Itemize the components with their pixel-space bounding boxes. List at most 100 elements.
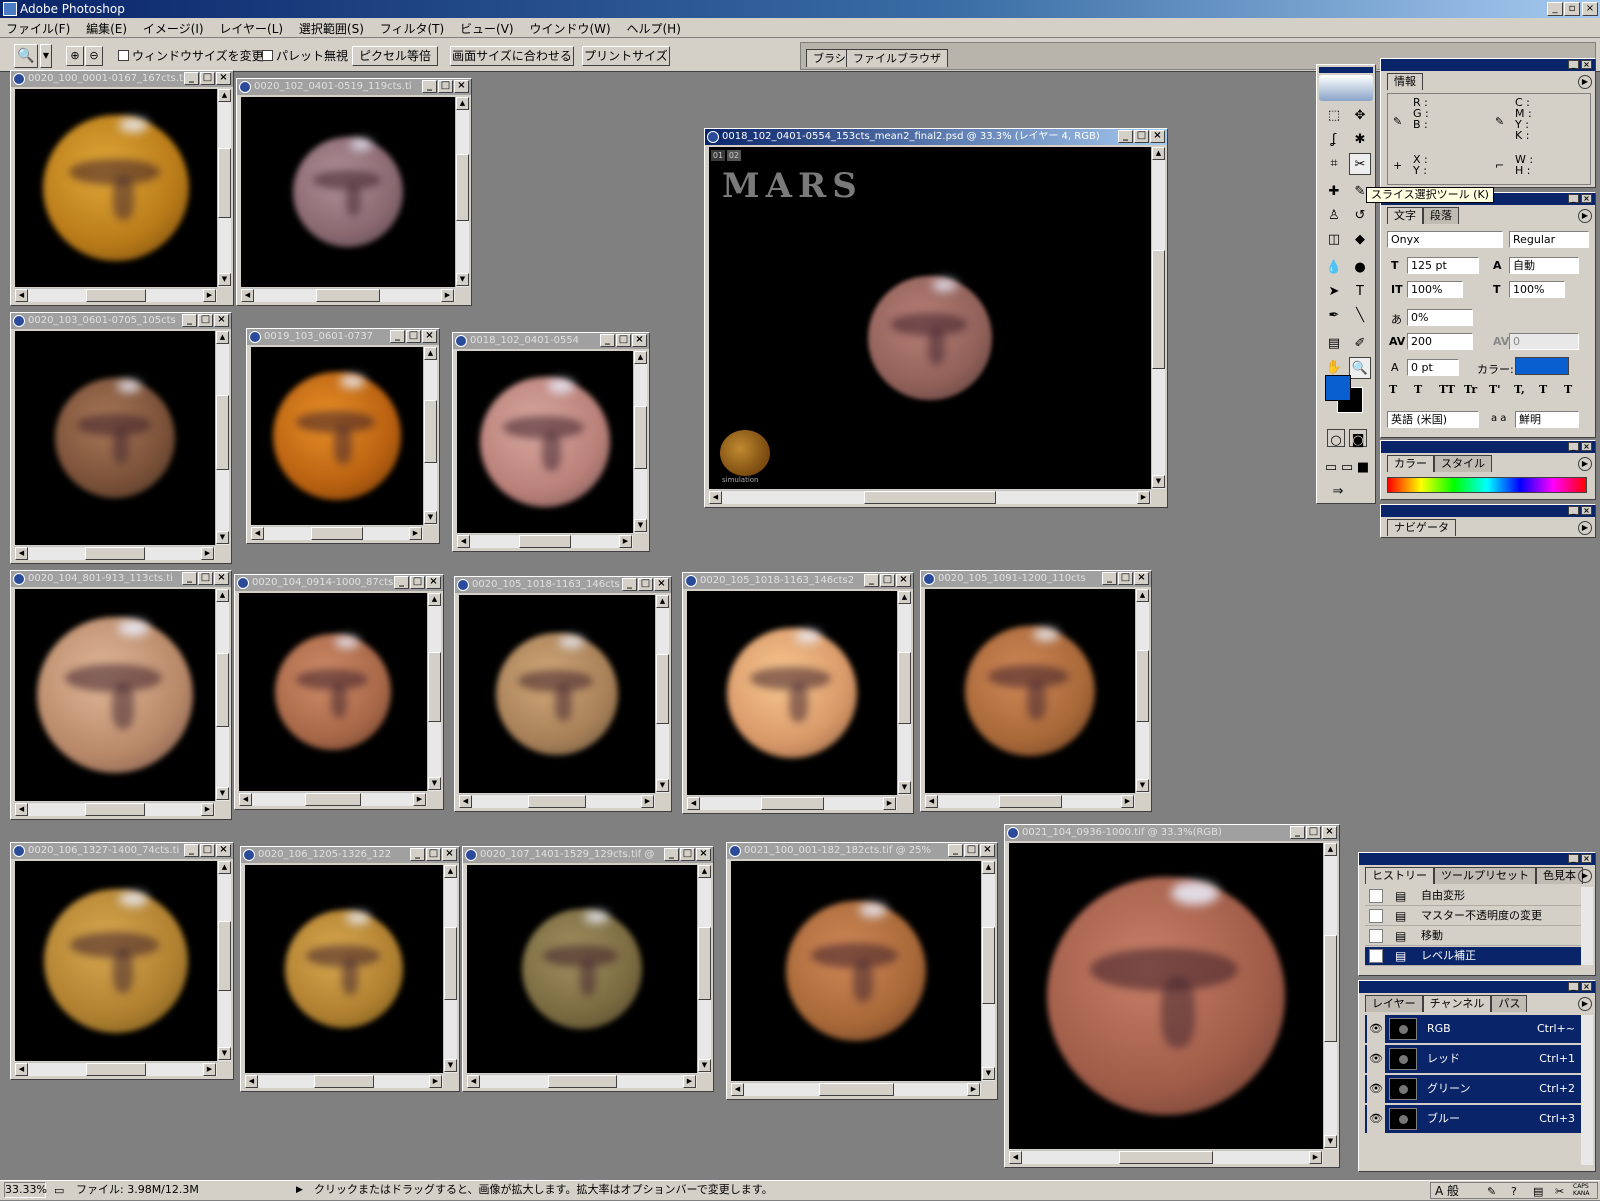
scroll-thumb[interactable] xyxy=(1118,1151,1214,1164)
document-window[interactable]: 0020_104_0914-1000_87cts _ □ × ▲ ▼ ◀ ▶ xyxy=(234,574,444,810)
menu-help[interactable]: ヘルプ(H) xyxy=(621,18,687,39)
zoom-icon[interactable]: 🔍 xyxy=(1349,357,1371,379)
vertical-scrollbar[interactable]: ▲ ▼ xyxy=(897,591,911,795)
tab-layers[interactable]: レイヤー xyxy=(1365,995,1423,1012)
doc-minimize-button[interactable]: _ xyxy=(864,574,879,587)
doc-maximize-button[interactable]: □ xyxy=(638,578,653,591)
doc-close-button[interactable]: × xyxy=(214,314,229,327)
scroll-up-arrow-icon[interactable]: ▲ xyxy=(982,861,995,874)
scroll-left-arrow-icon[interactable]: ◀ xyxy=(467,1075,480,1088)
vertical-scrollbar[interactable]: ▲ ▼ xyxy=(217,861,231,1061)
scroll-up-arrow-icon[interactable]: ▲ xyxy=(698,865,711,878)
tab-info[interactable]: 情報 xyxy=(1387,73,1423,90)
notes-icon[interactable]: ▤ xyxy=(1323,333,1345,355)
horizontal-scale-field[interactable]: 100% xyxy=(1509,281,1565,298)
scroll-left-arrow-icon[interactable]: ◀ xyxy=(709,491,722,504)
doc-minimize-button[interactable]: _ xyxy=(184,844,199,857)
document-titlebar[interactable]: 0020_104_0914-1000_87cts _ □ × xyxy=(235,575,443,591)
doc-maximize-button[interactable]: □ xyxy=(680,848,695,861)
scroll-down-arrow-icon[interactable]: ▼ xyxy=(218,273,231,286)
history-snapshot-checkbox[interactable] xyxy=(1369,909,1383,923)
image-canvas[interactable] xyxy=(457,351,633,533)
language-select[interactable]: 英語 (米国) xyxy=(1387,411,1479,428)
status-menu-arrow-icon[interactable]: ▶ xyxy=(296,1181,303,1199)
font-family-select[interactable]: Onyx xyxy=(1387,231,1503,248)
scroll-down-arrow-icon[interactable]: ▼ xyxy=(634,519,647,532)
scroll-thumb[interactable] xyxy=(216,395,229,471)
doc-close-button[interactable]: × xyxy=(216,844,231,857)
palette-menu-icon[interactable]: ▶ xyxy=(1578,75,1592,89)
vertical-scrollbar[interactable]: ▲ ▼ xyxy=(697,865,711,1073)
vertical-scrollbar[interactable]: ▲ ▼ xyxy=(217,89,231,287)
doc-close-button[interactable]: × xyxy=(1150,130,1165,143)
document-titlebar[interactable]: 0020_102_0401-0519_119cts.ti _ □ × xyxy=(237,79,471,95)
tab-navigator[interactable]: ナビゲータ xyxy=(1387,519,1456,536)
document-window[interactable]: 0019_103_0601-0737 _ □ × ▲ ▼ ◀ ▶ xyxy=(246,328,440,544)
document-titlebar[interactable]: 0021_100_001-182_182cts.tif @ 25% _ □ × xyxy=(727,843,997,859)
adobe-online-icon[interactable] xyxy=(1319,75,1373,101)
history-scrollbar[interactable] xyxy=(1581,887,1593,965)
tracking-field[interactable]: 200 xyxy=(1407,333,1473,350)
image-canvas[interactable] xyxy=(459,595,655,793)
scroll-thumb[interactable] xyxy=(85,803,145,816)
scroll-left-arrow-icon[interactable]: ◀ xyxy=(459,795,472,808)
doc-close-button[interactable]: × xyxy=(980,844,995,857)
palette-menu-icon[interactable]: ▶ xyxy=(1578,209,1592,223)
vertical-scale-field[interactable]: 100% xyxy=(1407,281,1463,298)
doc-minimize-button[interactable]: _ xyxy=(410,848,425,861)
history-item[interactable]: 自由変形 ▤ xyxy=(1365,887,1581,906)
healing-brush-icon[interactable]: ✚ xyxy=(1323,181,1345,203)
baseline-shift-field[interactable]: 0 pt xyxy=(1407,359,1459,376)
palette-menu-icon[interactable]: ▶ xyxy=(1578,997,1592,1011)
vertical-scrollbar[interactable]: ▲ ▼ xyxy=(215,331,229,545)
menu-filter[interactable]: フィルタ(T) xyxy=(374,18,450,39)
screen-mode-menu-icon[interactable]: ▭ xyxy=(1339,457,1355,475)
ime-dict-icon[interactable]: ▤ xyxy=(1533,1183,1543,1201)
channel-row[interactable]: 👁 グリーン Ctrl+2 xyxy=(1365,1075,1581,1104)
preset-dropdown-icon[interactable]: ▼ xyxy=(40,44,52,68)
resize-windows-checkbox[interactable]: ウィンドウサイズを変更 xyxy=(118,48,264,64)
scroll-thumb[interactable] xyxy=(818,1083,894,1096)
tab-tool-presets[interactable]: ツールプリセット xyxy=(1434,867,1536,884)
eye-visibility-icon[interactable]: 👁 xyxy=(1367,1075,1385,1104)
menu-view[interactable]: ビュー(V) xyxy=(454,18,520,39)
scroll-up-arrow-icon[interactable]: ▲ xyxy=(444,865,457,878)
scroll-right-arrow-icon[interactable]: ▶ xyxy=(683,1075,696,1088)
text-style-button[interactable]: T, xyxy=(1514,383,1525,396)
text-style-button[interactable]: TT xyxy=(1439,383,1455,396)
image-canvas[interactable] xyxy=(925,589,1135,793)
document-titlebar[interactable]: 0021_104_0936-1000.tif @ 33.3%(RGB) _ □ × xyxy=(1005,825,1339,841)
scroll-left-arrow-icon[interactable]: ◀ xyxy=(251,527,264,540)
tab-channels[interactable]: チャンネル xyxy=(1422,995,1492,1012)
document-titlebar[interactable]: 0020_107_1401-1529_129cts.tif @ _ □ × xyxy=(463,847,713,863)
document-titlebar[interactable]: 0020_100_0001-0167_167cts.ti _ □ × xyxy=(11,71,233,87)
kerning-field[interactable]: 0 xyxy=(1509,333,1579,350)
ignore-palettes-checkbox[interactable]: パレット無視 xyxy=(262,48,348,64)
doc-close-button[interactable]: × xyxy=(696,848,711,861)
actual-pixels-button[interactable]: ピクセル等倍 xyxy=(352,46,438,66)
jump-to-imageready-icon[interactable]: ⇒ xyxy=(1327,481,1349,499)
doc-maximize-button[interactable]: □ xyxy=(1134,130,1149,143)
document-window[interactable]: 0021_104_0936-1000.tif @ 33.3%(RGB) _ □ × … xyxy=(1004,824,1340,1168)
text-style-button[interactable]: T xyxy=(1414,383,1422,396)
doc-minimize-button[interactable]: _ xyxy=(390,330,405,343)
scroll-thumb[interactable] xyxy=(314,1075,374,1088)
document-titlebar[interactable]: 0020_105_1091-1200_110cts _ □ × xyxy=(921,571,1151,587)
scroll-thumb[interactable] xyxy=(315,289,381,302)
scroll-thumb[interactable] xyxy=(998,795,1062,808)
doc-minimize-button[interactable]: _ xyxy=(948,844,963,857)
menu-file[interactable]: ファイル(F) xyxy=(0,18,76,39)
doc-maximize-button[interactable]: □ xyxy=(1118,572,1133,585)
history-snapshot-checkbox[interactable] xyxy=(1369,889,1383,903)
minimize-button[interactable]: _ xyxy=(1547,2,1563,16)
scroll-down-arrow-icon[interactable]: ▼ xyxy=(1136,779,1149,792)
eraser-icon[interactable]: ◫ xyxy=(1323,229,1345,251)
eye-visibility-icon[interactable]: 👁 xyxy=(1367,1105,1385,1134)
scroll-down-arrow-icon[interactable]: ▼ xyxy=(424,511,437,524)
scroll-down-arrow-icon[interactable]: ▼ xyxy=(656,779,669,792)
scroll-left-arrow-icon[interactable]: ◀ xyxy=(925,795,938,808)
scroll-thumb[interactable] xyxy=(1136,650,1149,722)
vertical-scrollbar[interactable]: ▲ ▼ xyxy=(981,861,995,1081)
scroll-thumb[interactable] xyxy=(518,535,572,548)
tab-color[interactable]: カラー xyxy=(1387,455,1434,472)
